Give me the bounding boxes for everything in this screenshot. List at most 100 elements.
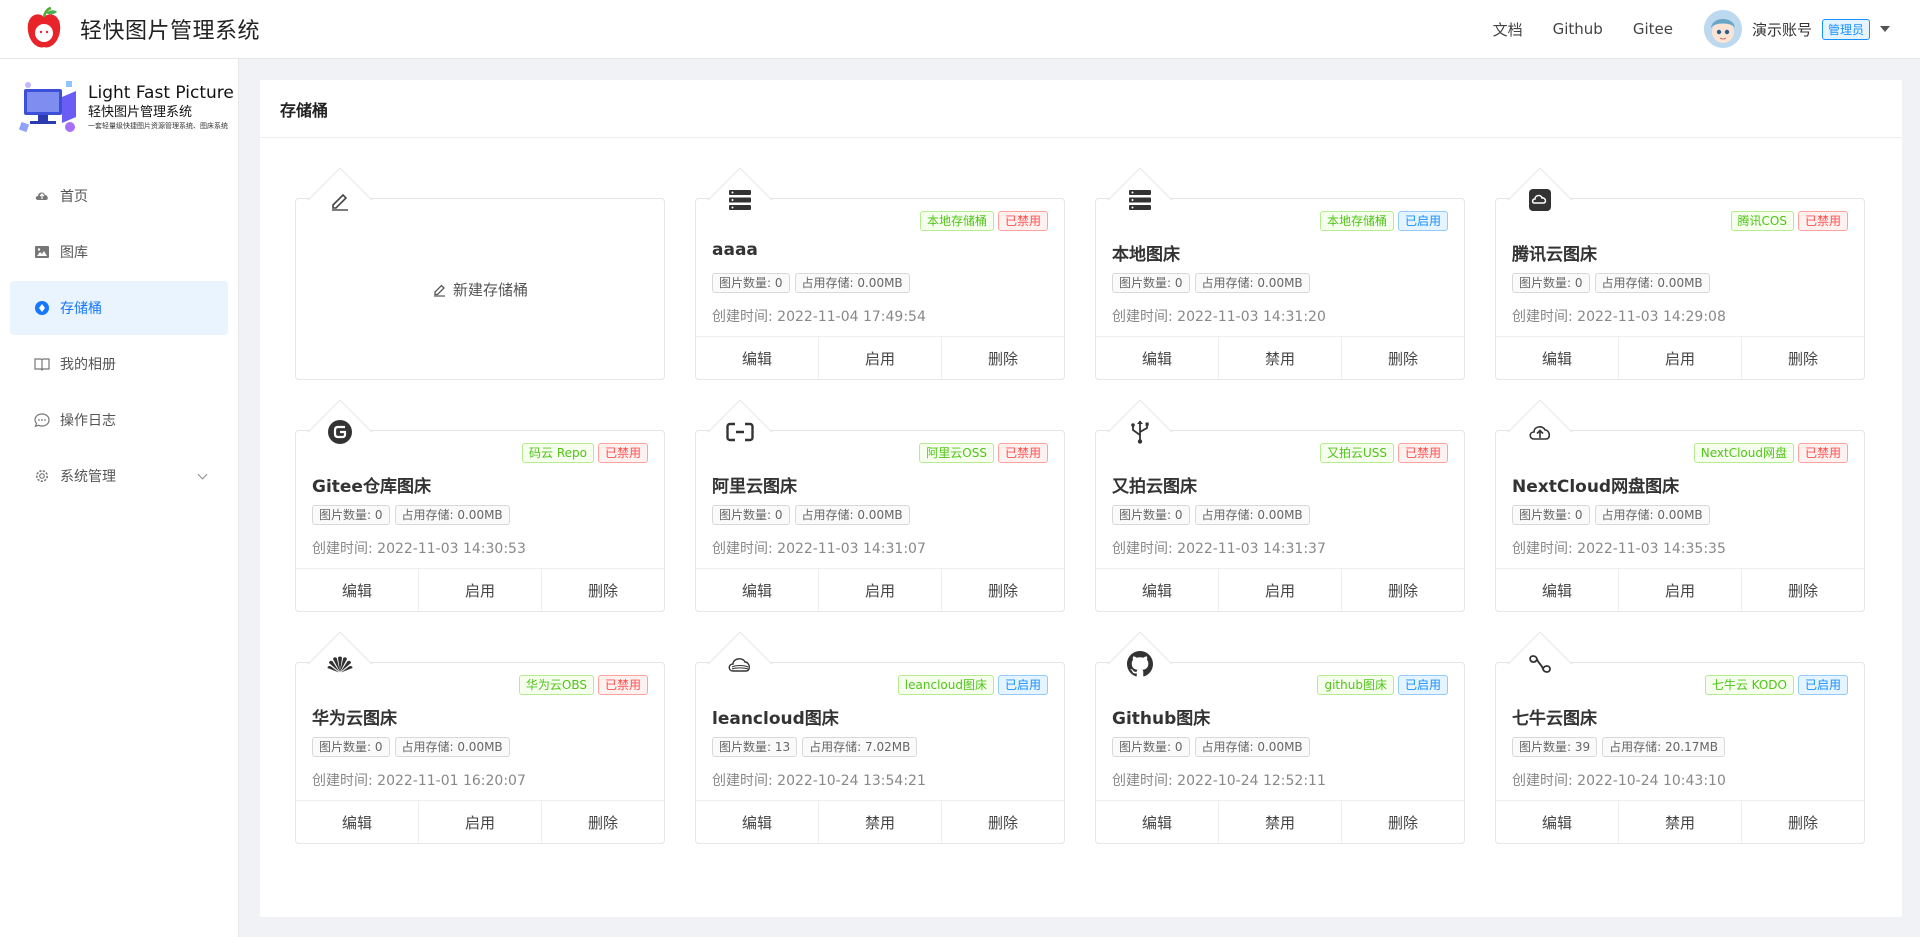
enable-button[interactable]: 启用 — [1218, 569, 1341, 611]
nav-github-link[interactable]: Github — [1553, 20, 1603, 38]
status-badge: 已禁用 — [997, 211, 1048, 231]
nav-docs-link[interactable]: 文档 — [1493, 19, 1523, 40]
sidebar-item-label: 存储桶 — [60, 301, 102, 317]
edit-button[interactable]: 编辑 — [696, 569, 818, 611]
bucket-name: Github图床 — [1112, 709, 1211, 729]
new-bucket-button[interactable]: 新建存储桶 — [296, 199, 664, 379]
edit-button[interactable]: 编辑 — [696, 337, 818, 379]
enable-button[interactable]: 启用 — [1618, 569, 1741, 611]
enable-button[interactable]: 启用 — [818, 569, 941, 611]
brand[interactable]: 轻快图片管理系统 — [0, 6, 260, 51]
bucket-card: 本地存储桶 已启用 本地图床 图片数量: 0 占用存储: 0.00MB 创建时间… — [1095, 167, 1465, 380]
delete-button[interactable]: 删除 — [1341, 569, 1464, 611]
bucket-name: 又拍云图床 — [1112, 477, 1197, 497]
bucket-card: github图床 已启用 Github图床 图片数量: 0 占用存储: 0.00… — [1095, 631, 1465, 844]
sidebar-logo: Light Fast Picture 轻快图片管理系统 一套轻量级快捷图片资源管… — [0, 59, 238, 155]
delete-button[interactable]: 删除 — [1741, 337, 1864, 379]
bucket-tags: 七牛云 KODO 已启用 — [1704, 675, 1848, 695]
sidebar-item-label: 我的相册 — [60, 357, 116, 373]
card-actions: 编辑 启用 删除 — [296, 568, 664, 611]
edit-button[interactable]: 编辑 — [1096, 801, 1218, 843]
image-count-badge: 图片数量: 39 — [1512, 737, 1598, 757]
sidebar-item-logs[interactable]: 操作日志 — [10, 393, 228, 447]
bucket-stats: 图片数量: 0 占用存储: 0.00MB — [1512, 505, 1710, 525]
delete-button[interactable]: 删除 — [541, 569, 664, 611]
storage-type-tag: 又拍云USS — [1319, 443, 1394, 463]
storage-usage-badge: 占用存储: 0.00MB — [794, 505, 910, 525]
bucket-tags: 又拍云USS 已禁用 — [1319, 443, 1448, 463]
delete-button[interactable]: 删除 — [1741, 569, 1864, 611]
delete-button[interactable]: 删除 — [1341, 337, 1464, 379]
bucket-stats: 图片数量: 0 占用存储: 0.00MB — [712, 273, 910, 293]
status-badge: 已禁用 — [997, 443, 1048, 463]
sidebar-item-home[interactable]: 首页 — [10, 169, 228, 223]
status-badge: 已禁用 — [1797, 443, 1848, 463]
tencent-cloud-icon — [1519, 179, 1561, 221]
status-badge: 已禁用 — [597, 443, 648, 463]
edit-button[interactable]: 编辑 — [696, 801, 818, 843]
enable-button[interactable]: 启用 — [418, 569, 541, 611]
disable-button[interactable]: 禁用 — [1218, 801, 1341, 843]
bucket-stats: 图片数量: 0 占用存储: 0.00MB — [1112, 737, 1310, 757]
edit-button[interactable]: 编辑 — [296, 569, 418, 611]
new-bucket-card[interactable]: 新建存储桶 — [295, 167, 665, 380]
edit-button[interactable]: 编辑 — [1496, 801, 1618, 843]
created-time: 创建时间: 2022-11-01 16:20:07 — [312, 773, 526, 789]
sidebar-item-label: 首页 — [60, 189, 88, 205]
status-badge: 已启用 — [1397, 675, 1448, 695]
sidebar-item-gallery[interactable]: 图库 — [10, 225, 228, 279]
nav-gitee-link[interactable]: Gitee — [1633, 20, 1673, 38]
disable-button[interactable]: 禁用 — [818, 801, 941, 843]
usb-icon — [1119, 411, 1161, 453]
huawei-icon — [319, 643, 361, 685]
bucket-stats: 图片数量: 0 占用存储: 0.00MB — [1112, 273, 1310, 293]
delete-button[interactable]: 删除 — [941, 337, 1064, 379]
enable-button[interactable]: 启用 — [818, 337, 941, 379]
delete-button[interactable]: 删除 — [541, 801, 664, 843]
sidebar-menu: 首页 图库 存储桶 我的相册 操作日志 系统管理 — [0, 155, 238, 503]
storage-type-tag: 腾讯COS — [1730, 211, 1794, 231]
storage-type-tag: NextCloud网盘 — [1693, 443, 1794, 463]
created-time: 创建时间: 2022-10-24 12:52:11 — [1112, 773, 1326, 789]
delete-button[interactable]: 删除 — [1741, 801, 1864, 843]
bucket-stats: 图片数量: 0 占用存储: 0.00MB — [712, 505, 910, 525]
sidebar-item-albums[interactable]: 我的相册 — [10, 337, 228, 391]
disable-button[interactable]: 禁用 — [1218, 337, 1341, 379]
storage-usage-badge: 占用存储: 0.00MB — [1594, 273, 1710, 293]
storage-usage-badge: 占用存储: 0.00MB — [394, 737, 510, 757]
user-menu[interactable]: 演示账号 管理员 — [1703, 10, 1890, 48]
bucket-name: leancloud图床 — [712, 709, 839, 729]
bucket-card: 七牛云 KODO 已启用 七牛云图床 图片数量: 39 占用存储: 20.17M… — [1495, 631, 1865, 844]
sidebar-item-system[interactable]: 系统管理 — [10, 449, 228, 503]
edit-button[interactable]: 编辑 — [1496, 337, 1618, 379]
enable-button[interactable]: 启用 — [1618, 337, 1741, 379]
logo-illustration-icon — [18, 77, 84, 137]
delete-button[interactable]: 删除 — [1341, 801, 1464, 843]
bucket-stats: 图片数量: 0 占用存储: 0.00MB — [1512, 273, 1710, 293]
status-badge: 已启用 — [997, 675, 1048, 695]
cloud-upload-icon — [34, 188, 50, 204]
edit-button[interactable]: 编辑 — [296, 801, 418, 843]
disable-button[interactable]: 禁用 — [1618, 801, 1741, 843]
card-actions: 编辑 启用 删除 — [696, 568, 1064, 611]
qiniu-icon — [1519, 643, 1561, 685]
created-time: 创建时间: 2022-11-04 17:49:54 — [712, 309, 926, 325]
logo-title-en: Light Fast Picture — [88, 82, 234, 103]
new-bucket-label: 新建存储桶 — [452, 280, 528, 299]
delete-button[interactable]: 删除 — [941, 801, 1064, 843]
apple-logo-icon — [24, 6, 64, 51]
storage-icon — [34, 300, 50, 316]
bucket-stats: 图片数量: 39 占用存储: 20.17MB — [1512, 737, 1725, 757]
sidebar-item-storage[interactable]: 存储桶 — [10, 281, 228, 335]
edit-button[interactable]: 编辑 — [1096, 337, 1218, 379]
image-count-badge: 图片数量: 0 — [1512, 505, 1590, 525]
delete-button[interactable]: 删除 — [941, 569, 1064, 611]
page-title: 存储桶 — [280, 100, 329, 120]
edit-button[interactable]: 编辑 — [1096, 569, 1218, 611]
bucket-tags: 本地存储桶 已禁用 — [919, 211, 1048, 231]
enable-button[interactable]: 启用 — [418, 801, 541, 843]
storage-type-tag: 码云 Repo — [522, 443, 594, 463]
edit-button[interactable]: 编辑 — [1496, 569, 1618, 611]
bucket-tags: 阿里云OSS 已禁用 — [919, 443, 1048, 463]
status-badge: 已禁用 — [597, 675, 648, 695]
